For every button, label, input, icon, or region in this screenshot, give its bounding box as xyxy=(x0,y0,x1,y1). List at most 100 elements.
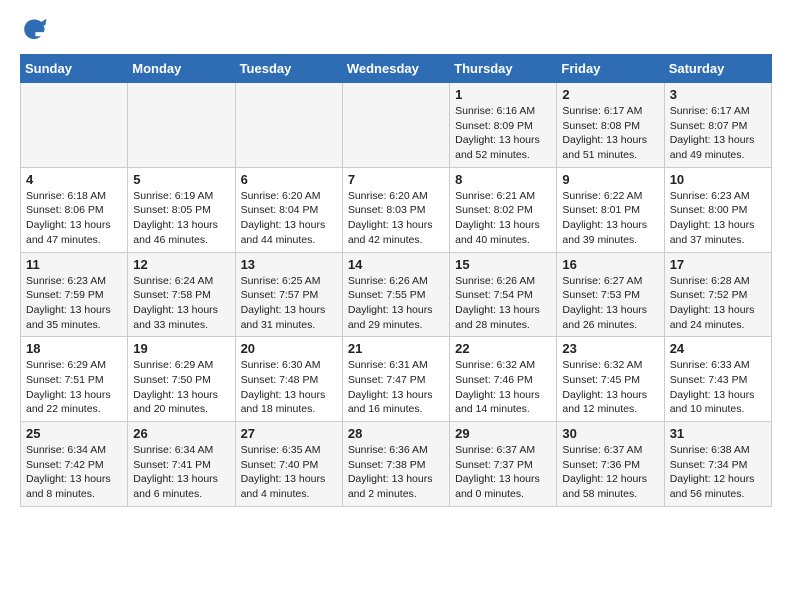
day-number: 2 xyxy=(562,87,658,102)
day-cell xyxy=(342,83,449,168)
day-info-line: Sunset: 8:07 PM xyxy=(670,119,766,134)
day-info: Sunrise: 6:35 AMSunset: 7:40 PMDaylight:… xyxy=(241,443,337,502)
day-info-line: and 39 minutes. xyxy=(562,233,658,248)
day-info-line: Daylight: 13 hours xyxy=(562,133,658,148)
day-info-line: Sunset: 8:00 PM xyxy=(670,203,766,218)
day-info: Sunrise: 6:34 AMSunset: 7:41 PMDaylight:… xyxy=(133,443,229,502)
day-info: Sunrise: 6:22 AMSunset: 8:01 PMDaylight:… xyxy=(562,189,658,248)
day-info-line: Daylight: 13 hours xyxy=(26,388,122,403)
day-info-line: Sunrise: 6:22 AM xyxy=(562,189,658,204)
day-info-line: Daylight: 13 hours xyxy=(133,472,229,487)
day-info-line: and 56 minutes. xyxy=(670,487,766,502)
day-number: 14 xyxy=(348,257,444,272)
day-info-line: Daylight: 13 hours xyxy=(241,303,337,318)
day-info-line: Sunrise: 6:34 AM xyxy=(133,443,229,458)
day-info-line: Daylight: 12 hours xyxy=(562,472,658,487)
day-info-line: Sunset: 7:37 PM xyxy=(455,458,551,473)
logo xyxy=(20,16,52,44)
day-info-line: and 37 minutes. xyxy=(670,233,766,248)
calendar-body: 1 Sunrise: 6:16 AMSunset: 8:09 PMDaylight… xyxy=(21,83,772,507)
day-info-line: Daylight: 13 hours xyxy=(348,218,444,233)
day-cell: 2Sunrise: 6:17 AMSunset: 8:08 PMDaylight… xyxy=(557,83,664,168)
day-info-line: Daylight: 13 hours xyxy=(562,303,658,318)
day-cell: 9Sunrise: 6:22 AMSunset: 8:01 PMDaylight… xyxy=(557,167,664,252)
day-number: 10 xyxy=(670,172,766,187)
day-number: 27 xyxy=(241,426,337,441)
day-info-line: Sunset: 8:05 PM xyxy=(133,203,229,218)
day-info-line: and 16 minutes. xyxy=(348,402,444,417)
day-info-line: Daylight: 13 hours xyxy=(455,133,551,148)
day-number: 1 xyxy=(455,87,551,102)
day-info-line: and 18 minutes. xyxy=(241,402,337,417)
day-info: Sunrise: 6:16 AMSunset: 8:09 PMDaylight:… xyxy=(455,104,551,163)
day-info-line: Daylight: 13 hours xyxy=(26,472,122,487)
day-info-line: Sunrise: 6:16 AM xyxy=(455,104,551,119)
day-info-line: and 52 minutes. xyxy=(455,148,551,163)
day-info: Sunrise: 6:33 AMSunset: 7:43 PMDaylight:… xyxy=(670,358,766,417)
day-cell: 15Sunrise: 6:26 AMSunset: 7:54 PMDayligh… xyxy=(450,252,557,337)
day-info-line: Sunset: 7:47 PM xyxy=(348,373,444,388)
logo-icon xyxy=(20,16,48,44)
day-info-line: and 2 minutes. xyxy=(348,487,444,502)
day-info-line: and 8 minutes. xyxy=(26,487,122,502)
day-info-line: Daylight: 13 hours xyxy=(241,218,337,233)
day-info-line: Sunrise: 6:17 AM xyxy=(670,104,766,119)
day-info-line: Sunrise: 6:32 AM xyxy=(562,358,658,373)
day-number: 3 xyxy=(670,87,766,102)
day-info: Sunrise: 6:23 AMSunset: 7:59 PMDaylight:… xyxy=(26,274,122,333)
day-info-line: Daylight: 13 hours xyxy=(670,133,766,148)
day-info: Sunrise: 6:23 AMSunset: 8:00 PMDaylight:… xyxy=(670,189,766,248)
day-info: Sunrise: 6:38 AMSunset: 7:34 PMDaylight:… xyxy=(670,443,766,502)
day-info-line: and 51 minutes. xyxy=(562,148,658,163)
day-cell: 19Sunrise: 6:29 AMSunset: 7:50 PMDayligh… xyxy=(128,337,235,422)
day-info: Sunrise: 6:26 AMSunset: 7:55 PMDaylight:… xyxy=(348,274,444,333)
day-cell: 26Sunrise: 6:34 AMSunset: 7:41 PMDayligh… xyxy=(128,422,235,507)
day-info-line: Sunrise: 6:31 AM xyxy=(348,358,444,373)
day-info-line: Sunset: 7:58 PM xyxy=(133,288,229,303)
day-cell: 21Sunrise: 6:31 AMSunset: 7:47 PMDayligh… xyxy=(342,337,449,422)
day-number: 31 xyxy=(670,426,766,441)
day-info-line: Sunrise: 6:26 AM xyxy=(348,274,444,289)
day-info-line: Sunset: 7:53 PM xyxy=(562,288,658,303)
day-info-line: Sunset: 7:55 PM xyxy=(348,288,444,303)
day-info: Sunrise: 6:25 AMSunset: 7:57 PMDaylight:… xyxy=(241,274,337,333)
day-number: 30 xyxy=(562,426,658,441)
day-cell: 12Sunrise: 6:24 AMSunset: 7:58 PMDayligh… xyxy=(128,252,235,337)
day-info-line: and 35 minutes. xyxy=(26,318,122,333)
day-info-line: Sunset: 7:45 PM xyxy=(562,373,658,388)
header-cell-saturday: Saturday xyxy=(664,55,771,83)
day-info-line: and 22 minutes. xyxy=(26,402,122,417)
day-info-line: Sunset: 7:40 PM xyxy=(241,458,337,473)
day-number: 11 xyxy=(26,257,122,272)
day-cell xyxy=(128,83,235,168)
day-info-line: Daylight: 13 hours xyxy=(348,472,444,487)
day-info-line: Sunset: 7:50 PM xyxy=(133,373,229,388)
day-info-line: Daylight: 13 hours xyxy=(670,303,766,318)
day-info-line: Daylight: 13 hours xyxy=(241,388,337,403)
day-number: 7 xyxy=(348,172,444,187)
day-info-line: Sunrise: 6:19 AM xyxy=(133,189,229,204)
day-number: 19 xyxy=(133,341,229,356)
day-cell: 16Sunrise: 6:27 AMSunset: 7:53 PMDayligh… xyxy=(557,252,664,337)
day-info-line: Sunset: 7:43 PM xyxy=(670,373,766,388)
day-info-line: Sunrise: 6:35 AM xyxy=(241,443,337,458)
day-info-line: Sunrise: 6:37 AM xyxy=(562,443,658,458)
day-cell: 28Sunrise: 6:36 AMSunset: 7:38 PMDayligh… xyxy=(342,422,449,507)
day-number: 20 xyxy=(241,341,337,356)
day-info-line: Sunset: 7:59 PM xyxy=(26,288,122,303)
day-info-line: Sunset: 7:52 PM xyxy=(670,288,766,303)
day-number: 25 xyxy=(26,426,122,441)
day-info-line: and 47 minutes. xyxy=(26,233,122,248)
day-info-line: and 29 minutes. xyxy=(348,318,444,333)
day-cell: 10 Sunrise: 6:23 AMSunset: 8:00 PMDayligh… xyxy=(664,167,771,252)
day-info-line: Sunrise: 6:29 AM xyxy=(133,358,229,373)
header-row: SundayMondayTuesdayWednesdayThursdayFrid… xyxy=(21,55,772,83)
day-cell xyxy=(21,83,128,168)
header-cell-sunday: Sunday xyxy=(21,55,128,83)
day-info-line: Sunset: 8:02 PM xyxy=(455,203,551,218)
header-cell-tuesday: Tuesday xyxy=(235,55,342,83)
day-info-line: and 58 minutes. xyxy=(562,487,658,502)
day-number: 6 xyxy=(241,172,337,187)
day-info-line: Sunrise: 6:17 AM xyxy=(562,104,658,119)
day-info-line: Daylight: 12 hours xyxy=(670,472,766,487)
